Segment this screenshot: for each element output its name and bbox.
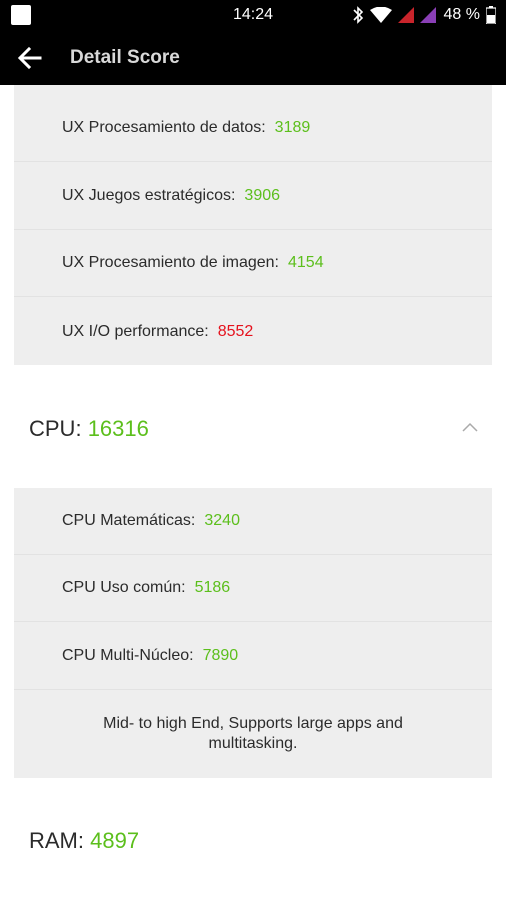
list-item: UX Procesamiento de imagen: 4154 (14, 230, 492, 297)
battery-icon (486, 6, 496, 24)
chevron-up-icon[interactable] (462, 422, 478, 432)
signal-purple-icon (419, 7, 436, 23)
list-item: CPU Matemáticas: 3240 (14, 488, 492, 555)
bluetooth-icon (352, 6, 363, 24)
cpu-section-header[interactable]: CPU: 16316 (0, 365, 506, 488)
status-icons: 48 % (352, 4, 496, 26)
item-value: 5186 (194, 579, 231, 596)
item-value: 3240 (204, 512, 240, 529)
arrow-left-icon (17, 46, 42, 70)
page-title: Detail Score (70, 47, 180, 68)
item-label: UX Procesamiento de datos: (62, 119, 266, 136)
list-item: CPU Uso común: 5186 (14, 555, 492, 622)
app-toolbar: Detail Score (0, 30, 506, 85)
list-item: CPU Multi-Núcleo: 7890 (14, 623, 492, 690)
back-button[interactable] (14, 42, 46, 74)
ram-score: 4897 (90, 828, 140, 853)
status-bar: 14:24 48 % (0, 0, 506, 30)
ram-label: RAM: (29, 828, 84, 853)
item-value: 4154 (288, 254, 324, 271)
item-label: CPU Matemáticas: (62, 512, 196, 529)
item-value: 7890 (202, 647, 239, 664)
battery-percent: 48 % (443, 6, 480, 23)
ram-section-header[interactable]: RAM: 4897 (0, 778, 506, 900)
item-label: CPU Multi-Núcleo: (62, 647, 194, 664)
item-label: UX I/O performance: (62, 322, 209, 340)
list-item: UX Juegos estratégicos: 3906 (14, 163, 492, 230)
signal-red-icon (397, 7, 414, 23)
list-item: UX I/O performance: 8552 (14, 298, 492, 365)
cpu-label: CPU: (29, 416, 82, 441)
ux-detail-panel: UX Procesamiento de datos: 3189 UX Juego… (14, 85, 492, 365)
item-label: UX Juegos estratégicos: (62, 187, 236, 204)
cpu-detail-panel: CPU Matemáticas: 3240 CPU Uso común: 518… (14, 488, 492, 778)
item-value: 3189 (274, 119, 311, 136)
item-value: 3906 (244, 187, 281, 204)
cpu-description: Mid- to high End, Supports large apps an… (103, 715, 403, 752)
item-label: CPU Uso común: (62, 579, 186, 596)
item-value: 8552 (217, 322, 254, 340)
list-item: UX Procesamiento de datos: 3189 (14, 95, 492, 162)
cpu-score: 16316 (87, 416, 149, 441)
wifi-icon (369, 7, 392, 23)
item-label: UX Procesamiento de imagen: (62, 254, 279, 271)
